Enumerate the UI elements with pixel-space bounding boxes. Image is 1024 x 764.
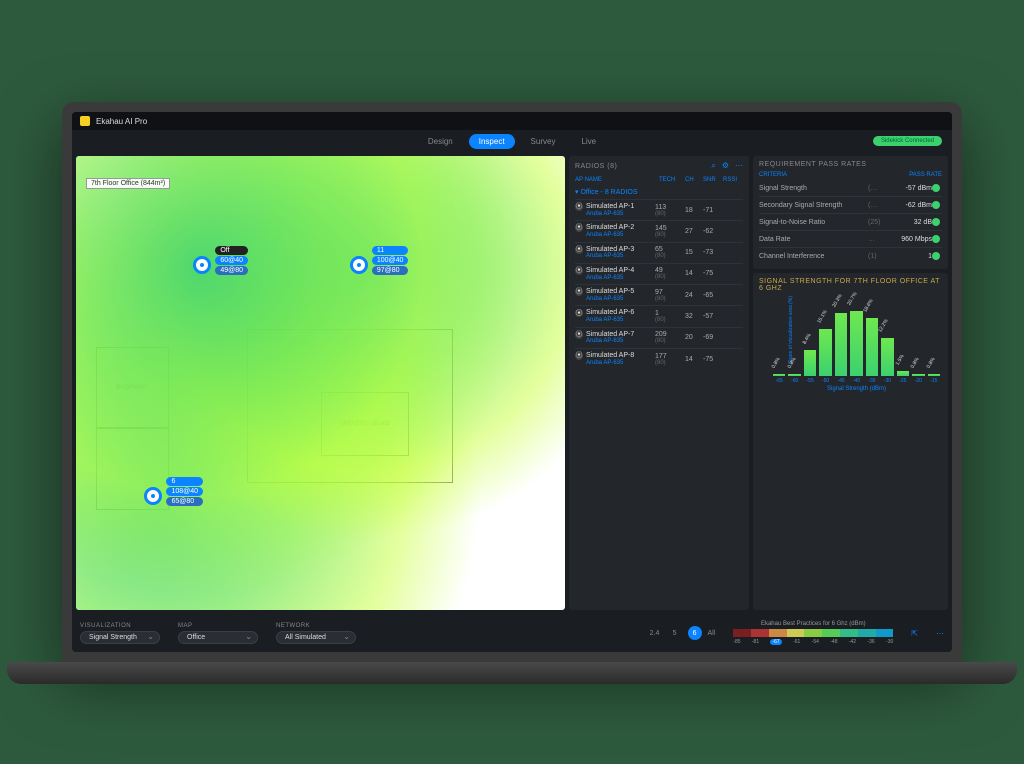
map-title: 7th Floor Office (844m²): [86, 178, 170, 189]
chart-ylabel: Share of visualization area (%): [788, 296, 794, 364]
check-icon: [932, 218, 940, 226]
more-icon[interactable]: ⋯: [735, 161, 743, 171]
band-all[interactable]: All: [708, 630, 716, 637]
legend: Ekahau Best Practices for 6 Ghz (dBm) -8…: [733, 621, 893, 645]
chart-xticks: -65-60-55-50-45-40-35-30-25-20-15: [773, 378, 940, 384]
radios-header: AP NAME TECH CH SNR RSSI: [575, 175, 743, 185]
ap-tag[interactable]: 11: [372, 246, 409, 255]
requirements-title: REQUIREMENT PASS RATES: [759, 161, 942, 168]
chart-bar: 15.1%: [819, 329, 831, 376]
chart-panel: SIGNAL STRENGTH FOR 7TH FLOOR OFFICE AT …: [753, 273, 948, 610]
app-title: Ekahau AI Pro: [96, 117, 147, 126]
heatmap-overlay: [76, 156, 565, 610]
chart-bar: 1.5%: [897, 371, 909, 376]
radio-row[interactable]: ⦿Simulated AP-3Aruba AP-635 65(80)15-73: [575, 242, 743, 263]
titlebar: Ekahau AI Pro: [72, 112, 952, 130]
radios-group[interactable]: ▾ Office - 8 RADIOS: [575, 185, 743, 199]
export-icon[interactable]: ⇱: [911, 629, 918, 638]
check-icon: [932, 252, 940, 260]
radio-row[interactable]: ⦿Simulated AP-5Aruba AP-635 97(80)24-65: [575, 284, 743, 305]
tab-design[interactable]: Design: [418, 134, 463, 149]
requirement-row[interactable]: Channel Interference(1)1: [759, 247, 942, 264]
radio-row[interactable]: ⦿Simulated AP-4Aruba AP-635 49(80)14-75: [575, 263, 743, 284]
chart-bar: 20.3%: [835, 313, 847, 376]
radios-title: RADIOS (8): [575, 163, 617, 170]
radio-icon: ⦿: [575, 224, 583, 232]
chart-bar: 12.2%: [881, 338, 893, 376]
ap-tag[interactable]: 65@80: [166, 497, 203, 506]
footer-bar: VISUALIZATION Signal Strength MAP Office…: [72, 614, 952, 652]
network-dropdown[interactable]: NETWORK All Simulated: [276, 623, 356, 644]
radio-icon: ⦿: [575, 246, 583, 254]
radio-row[interactable]: ⦿Simulated AP-1Aruba AP-635 113(80)18-71: [575, 199, 743, 220]
ap-marker[interactable]: [350, 256, 368, 274]
floorplan-canvas[interactable]: VARASTO ~31 m2 BVORMSH. 7th Floor Office…: [76, 156, 565, 610]
sidekick-status[interactable]: Sidekick Connected: [873, 136, 942, 146]
chart-bar: 8.4%: [804, 350, 816, 376]
radio-icon: ⦿: [575, 352, 583, 360]
radio-icon: ⦿: [575, 203, 583, 211]
ap-tag[interactable]: 6: [166, 477, 203, 486]
chart-title: SIGNAL STRENGTH FOR 7TH FLOOR OFFICE AT …: [759, 278, 942, 292]
requirements-panel: REQUIREMENT PASS RATES CRITERIA PASS RAT…: [753, 156, 948, 269]
radio-icon: ⦿: [575, 309, 583, 317]
ap-tag[interactable]: Off: [215, 246, 248, 255]
ap-tag[interactable]: 100@40: [372, 256, 409, 265]
check-icon: [932, 184, 940, 192]
requirement-row[interactable]: Secondary Signal Strength(…-62 dBm: [759, 196, 942, 213]
radio-icon: ⦿: [575, 288, 583, 296]
band-selector: 2.4 5 6 All: [648, 626, 716, 640]
tab-inspect[interactable]: Inspect: [469, 134, 515, 149]
requirement-row[interactable]: Signal-to-Noise Ratio(25)32 dB: [759, 213, 942, 230]
ap-tag[interactable]: 108@40: [166, 487, 203, 496]
visualization-dropdown[interactable]: VISUALIZATION Signal Strength: [80, 623, 160, 644]
legend-more-icon[interactable]: ⋯: [936, 629, 944, 638]
check-icon: [932, 235, 940, 243]
check-icon: [932, 201, 940, 209]
chart-xlabel: Signal Strength (dBm): [773, 386, 940, 392]
band-6[interactable]: 6: [688, 626, 702, 640]
radio-row[interactable]: ⦿Simulated AP-8Aruba AP-635 177(80)14-75: [575, 348, 743, 369]
chart-bar: 0.8%: [928, 374, 940, 376]
band-2-4[interactable]: 2.4: [648, 626, 662, 640]
search-icon[interactable]: ⌕: [711, 161, 715, 171]
radio-icon: ⦿: [575, 331, 583, 339]
legend-title: Ekahau Best Practices for 6 Ghz (dBm): [761, 621, 866, 627]
ap-tag[interactable]: 49@80: [215, 266, 248, 275]
band-5[interactable]: 5: [668, 626, 682, 640]
radio-row[interactable]: ⦿Simulated AP-6Aruba AP-635 1(80)32-57: [575, 305, 743, 326]
tab-survey[interactable]: Survey: [521, 134, 566, 149]
chart-bar: 18.6%: [866, 318, 878, 376]
tab-live[interactable]: Live: [571, 134, 606, 149]
chart-bar: 0.8%: [773, 374, 785, 376]
radio-row[interactable]: ⦿Simulated AP-2Aruba AP-635 145(80)27-62: [575, 220, 743, 241]
mode-tabs: Design Inspect Survey Live Sidekick Conn…: [72, 130, 952, 152]
filter-icon[interactable]: ⚙: [722, 161, 729, 171]
chart-bar: 20.7%: [850, 311, 862, 376]
chart-bars: 0.8%0.8%8.4%15.1%20.3%20.7%18.6%12.2%1.5…: [773, 298, 940, 376]
radio-icon: ⦿: [575, 267, 583, 275]
map-dropdown[interactable]: MAP Office: [178, 623, 258, 644]
requirement-row[interactable]: Signal Strength(…-57 dBm: [759, 180, 942, 196]
radio-row[interactable]: ⦿Simulated AP-7Aruba AP-635 209(80)20-69: [575, 327, 743, 348]
radios-panel: RADIOS (8) ⌕ ⚙ ⋯ AP NAME TECH CH SNR RSS…: [569, 156, 749, 610]
ap-tag[interactable]: 97@80: [372, 266, 409, 275]
ap-tag[interactable]: 60@40: [215, 256, 248, 265]
chart-bar: 0.8%: [788, 374, 800, 376]
app-logo: [80, 116, 90, 126]
chart-bar: 0.8%: [912, 374, 924, 376]
requirement-row[interactable]: Data Rate…960 Mbps: [759, 230, 942, 247]
